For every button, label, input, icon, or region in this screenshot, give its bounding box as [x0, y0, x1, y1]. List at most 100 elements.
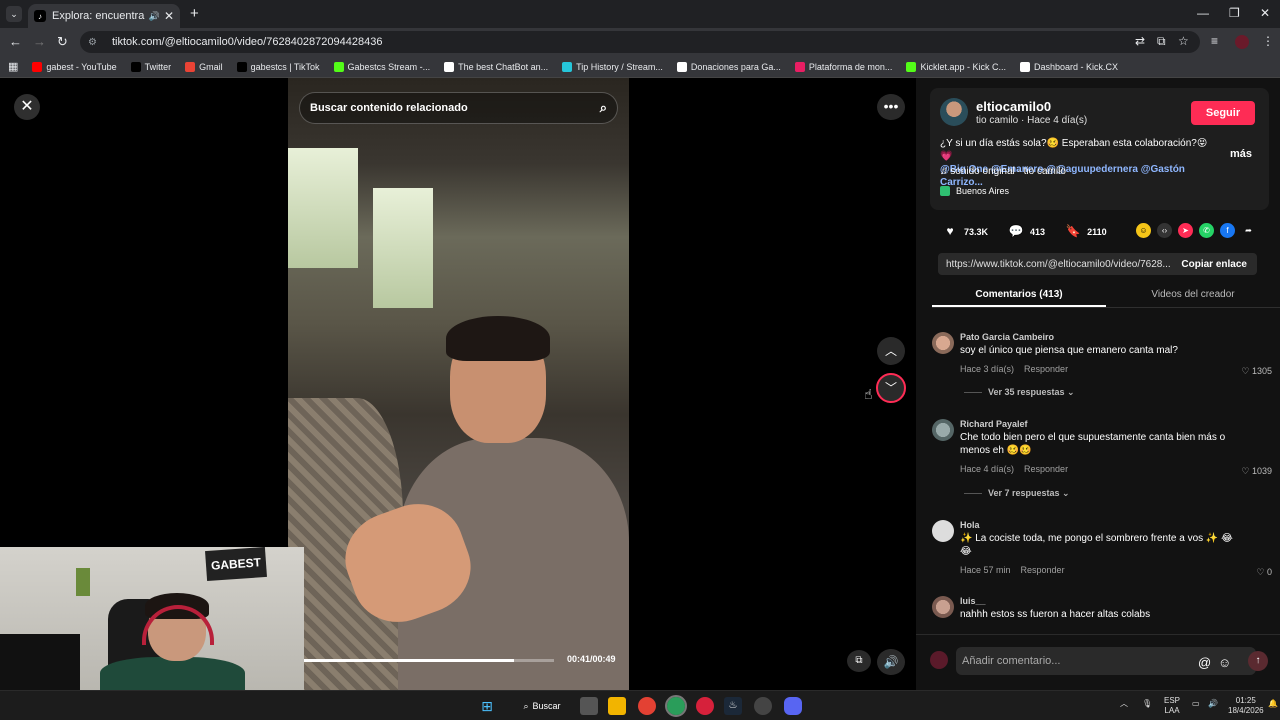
caption-more-link[interactable]: más [1230, 148, 1252, 160]
mention-icon[interactable]: @ [1198, 655, 1211, 670]
media-player-icon[interactable] [696, 697, 714, 715]
save-stat[interactable]: 🔖 2110 [1065, 224, 1107, 240]
steam-icon[interactable]: ♨ [724, 697, 742, 715]
restore-icon[interactable]: ❐ [1229, 6, 1240, 20]
bookmark-item[interactable]: Twitter [130, 61, 171, 72]
comment-time: Hace 4 día(s) [960, 464, 1015, 474]
comment-like[interactable]: ♡ 1305 [1241, 366, 1272, 377]
comment-like[interactable]: ♡ 1039 [1241, 466, 1272, 477]
volume-tray-icon[interactable]: 🔊 [1208, 699, 1218, 709]
reply-link[interactable]: Responder [1024, 464, 1068, 474]
embed-icon[interactable]: ‹› [1157, 223, 1172, 238]
active-tab[interactable]: ♪ Explora: encuentra tus víde 🔊 ✕ [28, 4, 180, 28]
video-player[interactable] [288, 78, 629, 690]
window-close-icon[interactable]: ✕ [1260, 6, 1270, 20]
clock[interactable]: 01:25 18/4/2026 [1228, 696, 1264, 716]
search-icon[interactable]: ⌕ [600, 100, 607, 116]
emoji-icon[interactable]: ☺ [1218, 655, 1231, 670]
commenter-avatar[interactable] [932, 596, 954, 618]
translate-icon[interactable]: ⇄ [1135, 34, 1145, 48]
coin-share-icon[interactable]: ☺ [1136, 223, 1151, 238]
related-search-input[interactable]: Buscar contenido relacionado ⌕ [299, 92, 618, 124]
location-tag[interactable]: Buenos Aires [940, 186, 1009, 196]
install-icon[interactable]: ⧉ [1157, 34, 1166, 49]
bookmark-item[interactable]: Dashboard - Kick.CX [1019, 61, 1118, 72]
commenter-name[interactable]: Richard Payalef [960, 419, 1028, 429]
menu-icon[interactable]: ⋮ [1262, 34, 1274, 48]
taskbar-search[interactable]: ⌕ Buscar [512, 696, 572, 716]
language-indicator[interactable]: ESP LAA [1164, 696, 1180, 716]
previous-video-icon[interactable]: ︿ [877, 337, 905, 365]
bookmark-item[interactable]: gabest - YouTube [32, 61, 117, 72]
chrome-active-icon[interactable] [665, 695, 687, 717]
bookmark-item[interactable]: The best ChatBot an... [444, 61, 548, 72]
bookmark-item[interactable]: Gmail [185, 61, 223, 72]
commenter-avatar[interactable] [932, 332, 954, 354]
pip-icon[interactable]: ⧉ [847, 650, 871, 672]
bookmark-star-icon[interactable]: ☆ [1178, 34, 1189, 48]
bookmark-item[interactable]: Kicklet.app - Kick C... [906, 61, 1006, 72]
task-view-icon[interactable] [580, 697, 598, 715]
share-arrow-icon[interactable]: ➦ [1241, 223, 1256, 238]
close-video-icon[interactable]: ✕ [14, 94, 40, 120]
follow-button[interactable]: Seguir [1191, 101, 1255, 125]
commenter-avatar[interactable] [932, 419, 954, 441]
creator-username[interactable]: eltiocamilo0 [976, 99, 1051, 114]
browser-tabstrip: ⌄ ♪ Explora: encuentra tus víde 🔊 ✕ + — … [0, 0, 1280, 28]
reading-list-icon[interactable]: ≡ [1211, 34, 1218, 48]
next-video-icon[interactable]: ﹀ [876, 373, 906, 403]
file-explorer-icon[interactable] [608, 697, 626, 715]
tray-expand-icon[interactable]: ︿ [1120, 699, 1128, 709]
new-tab-button[interactable]: + [190, 5, 199, 22]
creator-avatar[interactable] [940, 98, 968, 126]
obs-icon[interactable] [754, 697, 772, 715]
reload-icon[interactable]: ↻ [57, 34, 68, 50]
bookmark-item[interactable]: Tip History / Stream... [562, 61, 663, 72]
more-options-icon[interactable]: ••• [877, 94, 905, 120]
my-avatar [930, 651, 948, 669]
view-replies[interactable]: Ver 7 respuestas ⌄ [964, 488, 1070, 499]
chrome-icon[interactable] [638, 697, 656, 715]
speaker-icon[interactable]: 🔊 [149, 11, 160, 22]
notification-icon[interactable]: 🔔 [1268, 699, 1278, 709]
comment-stat[interactable]: 💬 413 [1008, 224, 1046, 240]
profile-avatar[interactable] [1235, 35, 1249, 49]
network-icon[interactable]: ▭ [1192, 699, 1200, 709]
sound-link[interactable]: ♫ sonido original - tio camilo [940, 166, 1066, 177]
send-to-friend-icon[interactable]: ➤ [1178, 223, 1193, 238]
back-icon[interactable]: ← [9, 34, 22, 49]
url-field[interactable]: ⚙ tiktok.com/@eltiocamilo0/video/7628402… [80, 31, 1200, 53]
video-progress-bar[interactable] [304, 659, 554, 662]
bookmark-item[interactable]: Gabestcs Stream -... [333, 61, 430, 72]
whatsapp-icon[interactable]: ✆ [1199, 223, 1214, 238]
bookmark-favicon-icon [562, 61, 573, 72]
facebook-icon[interactable]: f [1220, 223, 1235, 238]
tab-creator-videos[interactable]: Videos del creador [1106, 284, 1280, 307]
bookmark-item[interactable]: gabestcs | TikTok [236, 61, 320, 72]
like-stat[interactable]: ♥ 73.3K [942, 224, 988, 240]
bookmark-item[interactable]: Plataforma de mon... [794, 61, 892, 72]
apps-grid-icon[interactable]: ▦ [8, 60, 18, 73]
windows-start-icon[interactable]: ⊞ [478, 697, 496, 715]
commenter-name[interactable]: luis__ [960, 596, 986, 606]
view-replies[interactable]: Ver 35 respuestas ⌄ [964, 387, 1075, 398]
microphone-icon[interactable]: 🎙 [1142, 699, 1152, 709]
reply-link[interactable]: Responder [1021, 565, 1065, 575]
commenter-avatar[interactable] [932, 520, 954, 542]
commenter-name[interactable]: Pato Garcia Cambeiro [960, 332, 1054, 342]
comment-like[interactable]: ♡ 0 [1256, 567, 1272, 578]
tab-close-icon[interactable]: ✕ [164, 9, 174, 23]
commenter-name[interactable]: Hola [960, 520, 980, 530]
forward-icon[interactable]: → [33, 34, 46, 49]
tab-comments[interactable]: Comentarios (413) [932, 284, 1106, 307]
volume-icon[interactable]: 🔊 [877, 649, 905, 675]
share-link-url[interactable]: https://www.tiktok.com/@eltiocamilo0/vid… [946, 259, 1171, 270]
bookmark-item[interactable]: Donaciones para Ga... [676, 61, 781, 72]
minimize-icon[interactable]: — [1197, 6, 1209, 20]
tab-search-icon[interactable]: ⌄ [6, 6, 22, 22]
site-info-icon[interactable]: ⚙ [88, 37, 102, 48]
copy-link-button[interactable]: Copiar enlace [1171, 259, 1257, 270]
discord-icon[interactable] [784, 697, 802, 715]
reply-link[interactable]: Responder [1024, 364, 1068, 374]
send-icon[interactable]: ↑ [1248, 651, 1268, 671]
